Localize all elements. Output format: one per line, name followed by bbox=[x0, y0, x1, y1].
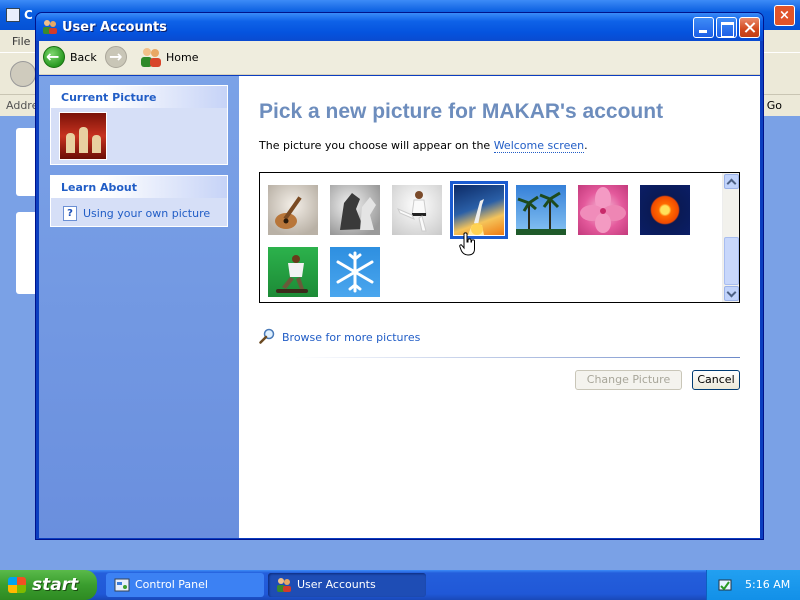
close-button[interactable] bbox=[739, 17, 760, 38]
divider bbox=[295, 357, 740, 358]
scroll-down-button[interactable] bbox=[724, 286, 739, 301]
page-description: The picture you choose will appear on th… bbox=[259, 139, 588, 153]
user-accounts-icon bbox=[277, 578, 291, 592]
system-tray: 5:16 AM bbox=[706, 570, 800, 600]
background-close-button[interactable]: × bbox=[774, 5, 795, 26]
back-button[interactable]: Back bbox=[43, 46, 99, 70]
hand-cursor-icon bbox=[459, 232, 475, 256]
guitar-picture[interactable] bbox=[268, 185, 318, 235]
help-icon: ? bbox=[63, 206, 77, 221]
maximize-button[interactable] bbox=[716, 17, 737, 38]
menu-file[interactable]: File bbox=[12, 35, 30, 48]
windows-logo-icon bbox=[8, 577, 26, 593]
learn-about-header: Learn About bbox=[51, 176, 227, 198]
navigation-toolbar: Back Home bbox=[39, 41, 760, 75]
background-back-button[interactable] bbox=[10, 61, 36, 87]
browse-link-label: Browse for more pictures bbox=[282, 331, 421, 344]
learn-link-label: Using your own picture bbox=[83, 207, 211, 220]
back-label: Back bbox=[70, 51, 97, 64]
snowflake-picture[interactable] bbox=[330, 247, 380, 297]
horse-picture[interactable] bbox=[330, 185, 380, 235]
page-title: Pick a new picture for MAKAR's account bbox=[259, 100, 664, 123]
welcome-screen-link[interactable]: Welcome screen bbox=[493, 139, 585, 153]
go-button[interactable]: Go bbox=[767, 99, 782, 112]
address-label: Addre bbox=[6, 99, 39, 112]
taskbar: start Control Panel User Accounts 5:16 A… bbox=[0, 570, 800, 600]
taskbar-item-label: Control Panel bbox=[135, 578, 208, 591]
control-panel-icon bbox=[114, 578, 130, 592]
content-area: Pick a new picture for MAKAR's account T… bbox=[239, 76, 760, 538]
start-button[interactable]: start bbox=[0, 570, 97, 600]
taskbar-item-control-panel[interactable]: Control Panel bbox=[106, 573, 264, 597]
network-tray-icon[interactable] bbox=[717, 577, 733, 593]
minimize-button[interactable] bbox=[693, 17, 714, 38]
learn-about-panel: Learn About ? Using your own picture bbox=[50, 175, 228, 227]
control-panel-icon bbox=[6, 8, 20, 22]
home-button[interactable]: Home bbox=[139, 46, 199, 70]
karate-picture[interactable] bbox=[392, 185, 442, 235]
home-label: Home bbox=[166, 51, 199, 64]
palm-picture[interactable] bbox=[516, 185, 566, 235]
forward-button[interactable] bbox=[105, 46, 127, 68]
description-prefix: The picture you choose will appear on th… bbox=[259, 139, 494, 152]
browse-pictures-link[interactable]: Browse for more pictures bbox=[259, 328, 459, 344]
clock[interactable]: 5:16 AM bbox=[745, 578, 790, 591]
back-arrow-icon bbox=[43, 46, 65, 68]
picture-list bbox=[259, 172, 740, 303]
taskbar-item-label: User Accounts bbox=[297, 578, 376, 591]
change-picture-button[interactable]: Change Picture bbox=[575, 370, 682, 390]
sidebar: Current Picture Learn About ? Using your… bbox=[39, 76, 239, 538]
start-label: start bbox=[32, 575, 79, 595]
taskbar-item-user-accounts[interactable]: User Accounts bbox=[268, 573, 426, 597]
current-account-picture bbox=[59, 112, 107, 160]
user-accounts-window: User Accounts Back Home Current Picture bbox=[35, 12, 764, 540]
titlebar[interactable]: User Accounts bbox=[36, 13, 763, 41]
current-picture-header: Current Picture bbox=[51, 86, 227, 108]
skater-picture[interactable] bbox=[268, 247, 318, 297]
pink-flower-picture[interactable] bbox=[578, 185, 628, 235]
current-picture-panel: Current Picture bbox=[50, 85, 228, 165]
using-own-picture-link[interactable]: ? Using your own picture bbox=[63, 206, 223, 222]
home-users-icon bbox=[141, 48, 161, 67]
window-title: User Accounts bbox=[62, 20, 167, 35]
cancel-button[interactable]: Cancel bbox=[692, 370, 740, 390]
shuttle-picture[interactable] bbox=[450, 181, 508, 239]
scroll-thumb[interactable] bbox=[724, 237, 739, 285]
picture-list-scrollbar[interactable] bbox=[722, 173, 739, 302]
description-suffix: . bbox=[584, 139, 588, 152]
scroll-up-button[interactable] bbox=[724, 174, 739, 189]
background-window-title: C bbox=[24, 8, 33, 22]
magnifier-icon bbox=[259, 328, 275, 344]
orange-flower-picture[interactable] bbox=[640, 185, 690, 235]
user-accounts-icon bbox=[43, 20, 57, 34]
